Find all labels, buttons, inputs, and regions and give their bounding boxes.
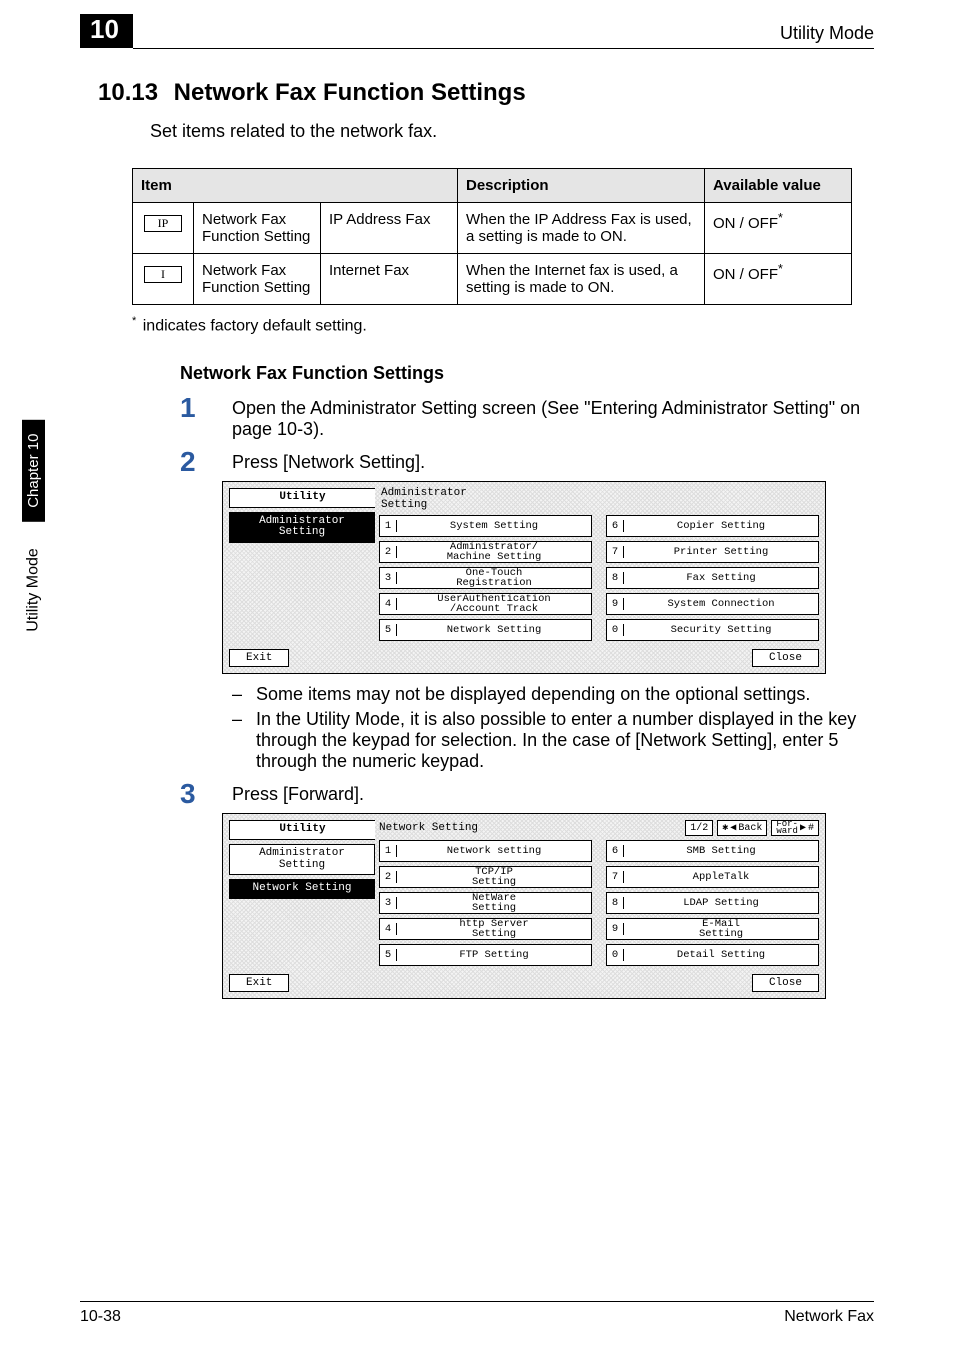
lcd-tab-network-setting[interactable]: Network Setting xyxy=(229,879,375,899)
lcd-button-ldap-setting[interactable]: 8LDAP Setting xyxy=(606,892,819,914)
table-header-description: Description xyxy=(458,169,705,203)
settings-table: Item Description Available value IP Netw… xyxy=(132,168,852,305)
lcd-tab-utility[interactable]: Utility xyxy=(229,488,375,508)
steps-list: Open the Administrator Setting screen (S… xyxy=(180,398,874,999)
lcd-button-detail-setting[interactable]: 0Detail Setting xyxy=(606,944,819,966)
row-name: Network Fax Function Setting xyxy=(194,203,321,254)
table-row: IP Network Fax Function Setting IP Addre… xyxy=(133,203,852,254)
page-number: 10-38 xyxy=(80,1308,121,1326)
section-title xyxy=(163,79,170,106)
lcd-button-fax-setting[interactable]: 8Fax Setting xyxy=(606,567,819,589)
internet-fax-icon: I xyxy=(144,266,182,283)
lcd-button-security-setting[interactable]: 0Security Setting xyxy=(606,619,819,641)
step-text: Press [Forward]. xyxy=(232,784,364,804)
lcd-button-admin-machine-setting[interactable]: 2Administrator/ Machine Setting xyxy=(379,541,592,563)
page: 10 Utility Mode Utility Mode Chapter 10 … xyxy=(0,0,954,1352)
step-1: Open the Administrator Setting screen (S… xyxy=(180,398,874,440)
lcd-panel-title: Network Setting xyxy=(379,823,478,835)
lcd-button-user-auth[interactable]: 4UserAuthentication /Account Track xyxy=(379,593,592,615)
lcd-button-email-setting[interactable]: 9E-Mail Setting xyxy=(606,918,819,940)
lcd-button-smb-setting[interactable]: 6SMB Setting xyxy=(606,840,819,862)
row-icon-cell: I xyxy=(133,254,194,305)
lcd-header-row: Network Setting 1/2 ✱ ◀ Back For- ward xyxy=(379,820,819,836)
table-row: I Network Fax Function Setting Internet … xyxy=(133,254,852,305)
section-number: 10.13 xyxy=(98,79,158,106)
ip-icon: IP xyxy=(144,215,182,232)
chapter-number-badge: 10 xyxy=(80,14,133,51)
page-header: 10 Utility Mode xyxy=(80,0,874,49)
section-title-text: Network Fax Function Settings xyxy=(174,79,526,106)
section-heading: 10.13 Network Fax Function Settings Set … xyxy=(98,79,874,142)
table-header-item: Item xyxy=(133,169,458,203)
section-intro: Set items related to the network fax. xyxy=(150,121,874,142)
lcd-button-copier-setting[interactable]: 6Copier Setting xyxy=(606,515,819,537)
row-desc: When the IP Address Fax is used, a setti… xyxy=(458,203,705,254)
lcd-button-system-connection[interactable]: 9System Connection xyxy=(606,593,819,615)
lcd-button-system-setting[interactable]: 1System Setting xyxy=(379,515,592,537)
footnote: * indicates factory default setting. xyxy=(132,315,874,335)
lcd-button-netware-setting[interactable]: 3NetWare Setting xyxy=(379,892,592,914)
step-text: Press [Network Setting]. xyxy=(232,452,425,472)
lcd-close-button[interactable]: Close xyxy=(752,974,819,992)
lcd-button-ftp-setting[interactable]: 5FTP Setting xyxy=(379,944,592,966)
lcd-forward-button[interactable]: For- ward ▶ # xyxy=(771,820,819,836)
asterisk-icon: ✱ xyxy=(722,822,728,834)
lcd-page-indicator: 1/2 xyxy=(685,820,713,836)
step-2: Press [Network Setting]. Utility Adminis… xyxy=(180,452,874,772)
arrow-left-icon: ◀ xyxy=(730,822,736,834)
lcd-button-grid: 1Network setting 6SMB Setting 2TCP/IP Se… xyxy=(379,840,819,966)
lcd-button-network-setting-sub[interactable]: 1Network setting xyxy=(379,840,592,862)
lcd-button-printer-setting[interactable]: 7Printer Setting xyxy=(606,541,819,563)
lcd-screen-network-setting: Utility Administrator Setting Network Se… xyxy=(222,813,826,999)
row-icon-cell: IP xyxy=(133,203,194,254)
lcd-close-button[interactable]: Close xyxy=(752,649,819,667)
note-item: In the Utility Mode, it is also possible… xyxy=(232,709,874,772)
row-desc: When the Internet fax is used, a setting… xyxy=(458,254,705,305)
lcd-back-button[interactable]: ✱ ◀ Back xyxy=(717,820,767,836)
lcd-button-grid: 1System Setting 6Copier Setting 2Adminis… xyxy=(379,515,819,641)
side-tab: Utility Mode Chapter 10 xyxy=(22,420,45,636)
lcd-panel-title: Administrator Setting xyxy=(381,488,819,511)
side-tab-label: Utility Mode xyxy=(25,544,43,636)
lcd-button-tcpip-setting[interactable]: 2TCP/IP Setting xyxy=(379,866,592,888)
arrow-right-icon: ▶ xyxy=(800,822,806,834)
step-text: Open the Administrator Setting screen (S… xyxy=(232,398,860,439)
hash-icon: # xyxy=(808,823,814,834)
row-val: ON / OFF* xyxy=(705,254,852,305)
lcd-button-network-setting[interactable]: 5Network Setting xyxy=(379,619,592,641)
page-footer: 10-38 Network Fax xyxy=(80,1301,874,1326)
row-name: Network Fax Function Setting xyxy=(194,254,321,305)
table-header-available: Available value xyxy=(705,169,852,203)
note-item: Some items may not be displayed dependin… xyxy=(232,684,874,705)
lcd-button-http-server-setting[interactable]: 4http Server Setting xyxy=(379,918,592,940)
lcd-screen-admin-setting: Utility Administrator Setting Administra… xyxy=(222,481,826,674)
lcd-button-appletalk[interactable]: 7AppleTalk xyxy=(606,866,819,888)
footer-title: Network Fax xyxy=(784,1308,874,1326)
running-title: Utility Mode xyxy=(780,23,874,48)
row-sub: Internet Fax xyxy=(321,254,458,305)
side-tab-chapter: Chapter 10 xyxy=(22,420,45,522)
lcd-tab-admin-setting[interactable]: Administrator Setting xyxy=(229,512,375,543)
procedure-title: Network Fax Function Settings xyxy=(180,363,874,384)
lcd-tab-utility[interactable]: Utility xyxy=(229,820,375,840)
step-3: Press [Forward]. Utility Administrator S… xyxy=(180,784,874,999)
lcd-exit-button[interactable]: Exit xyxy=(229,974,289,992)
lcd-button-onetouch-registration[interactable]: 3One-Touch Registration xyxy=(379,567,592,589)
lcd-tab-admin-setting[interactable]: Administrator Setting xyxy=(229,844,375,875)
row-val: ON / OFF* xyxy=(705,203,852,254)
step-2-notes: Some items may not be displayed dependin… xyxy=(232,684,874,772)
lcd-exit-button[interactable]: Exit xyxy=(229,649,289,667)
row-sub: IP Address Fax xyxy=(321,203,458,254)
